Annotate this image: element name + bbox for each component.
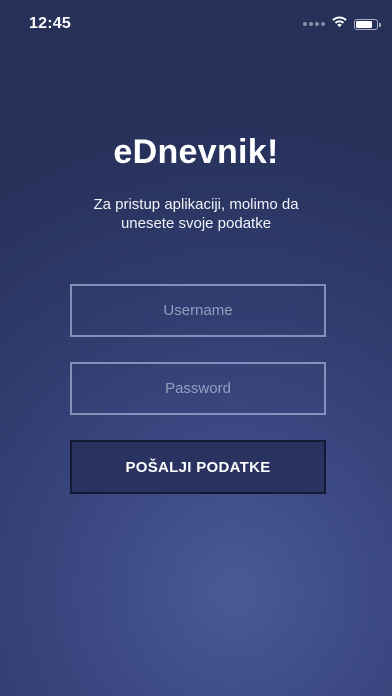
username-input[interactable] <box>70 284 326 337</box>
submit-button[interactable]: POŠALJI PODATKE <box>70 440 326 494</box>
status-time: 12:45 <box>29 15 71 32</box>
battery-icon <box>354 18 381 30</box>
status-icons <box>303 15 381 33</box>
login-screen: 12:45 eDnevnik! Za pristup aplikaciji, m… <box>0 0 392 696</box>
cellular-signal-icon <box>303 22 325 26</box>
wifi-icon <box>331 15 348 33</box>
app-title: eDnevnik! <box>113 133 279 171</box>
status-bar: 12:45 <box>0 0 392 48</box>
battery-cap <box>379 22 381 27</box>
login-subtitle: Za pristup aplikaciji, molimo da unesete… <box>93 196 299 232</box>
password-input[interactable] <box>70 362 326 415</box>
battery-level-fill <box>356 20 372 28</box>
